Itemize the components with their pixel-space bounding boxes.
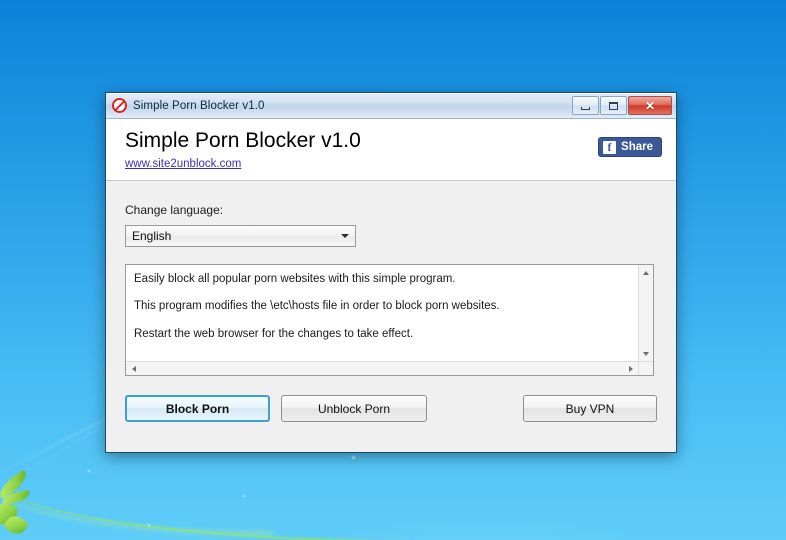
language-label: Change language: (125, 203, 224, 217)
prohibition-sign-icon (112, 98, 127, 113)
info-line: Easily block all popular porn websites w… (134, 273, 456, 285)
minimize-button[interactable] (572, 96, 599, 115)
close-button[interactable]: ✕ (628, 96, 672, 115)
window-title: Simple Porn Blocker v1.0 (133, 99, 265, 112)
info-textbox-content: Easily block all popular porn websites w… (126, 265, 638, 361)
language-select-value: English (132, 229, 172, 243)
window-body: Change language: English Easily block al… (106, 181, 676, 452)
minimize-icon (581, 106, 590, 110)
info-line: Restart the web browser for the changes … (134, 327, 414, 340)
action-button-row: Block Porn Unblock Porn Buy VPN (125, 395, 657, 422)
wallpaper-sparkle (352, 456, 355, 459)
chevron-down-icon (335, 234, 355, 238)
maximize-button[interactable] (600, 96, 627, 115)
maximize-icon (609, 101, 618, 110)
wallpaper-sparkle (243, 495, 245, 497)
scroll-right-button[interactable] (624, 362, 637, 375)
vertical-scrollbar[interactable] (638, 265, 653, 361)
unblock-porn-button[interactable]: Unblock Porn (281, 395, 427, 422)
caret-left-icon (131, 365, 136, 372)
page-title: Simple Porn Blocker v1.0 (125, 129, 361, 152)
wallpaper-sparkle (88, 470, 90, 472)
scroll-down-button[interactable] (640, 347, 653, 360)
share-button-label: Share (621, 141, 653, 153)
close-icon: ✕ (644, 98, 656, 113)
scroll-left-button[interactable] (127, 362, 140, 375)
wallpaper-stem (0, 470, 410, 540)
info-textbox[interactable]: Easily block all popular porn websites w… (125, 264, 654, 376)
facebook-icon: f (603, 140, 617, 154)
caret-down-icon (643, 351, 649, 356)
horizontal-scrollbar[interactable] (126, 361, 638, 375)
language-select[interactable]: English (125, 225, 356, 247)
website-link[interactable]: www.site2unblock.com (125, 158, 241, 170)
scrollbar-corner (638, 361, 653, 375)
caret-right-icon (628, 365, 633, 372)
info-line: This program modifies the \etc\hosts fil… (134, 300, 500, 313)
application-window: Simple Porn Blocker v1.0 ✕ Simple Porn B… (105, 92, 677, 453)
facebook-share-button[interactable]: f Share (598, 137, 662, 157)
block-porn-button[interactable]: Block Porn (125, 395, 270, 422)
app-header: Simple Porn Blocker v1.0 www.site2unbloc… (106, 119, 676, 181)
wallpaper-sparkle (148, 524, 150, 526)
buy-vpn-button[interactable]: Buy VPN (523, 395, 657, 422)
window-titlebar[interactable]: Simple Porn Blocker v1.0 ✕ (106, 93, 676, 119)
caret-up-icon (643, 270, 649, 275)
header-text-group: Simple Porn Blocker v1.0 www.site2unbloc… (125, 127, 361, 172)
window-controls: ✕ (572, 96, 672, 115)
scroll-up-button[interactable] (640, 266, 653, 279)
